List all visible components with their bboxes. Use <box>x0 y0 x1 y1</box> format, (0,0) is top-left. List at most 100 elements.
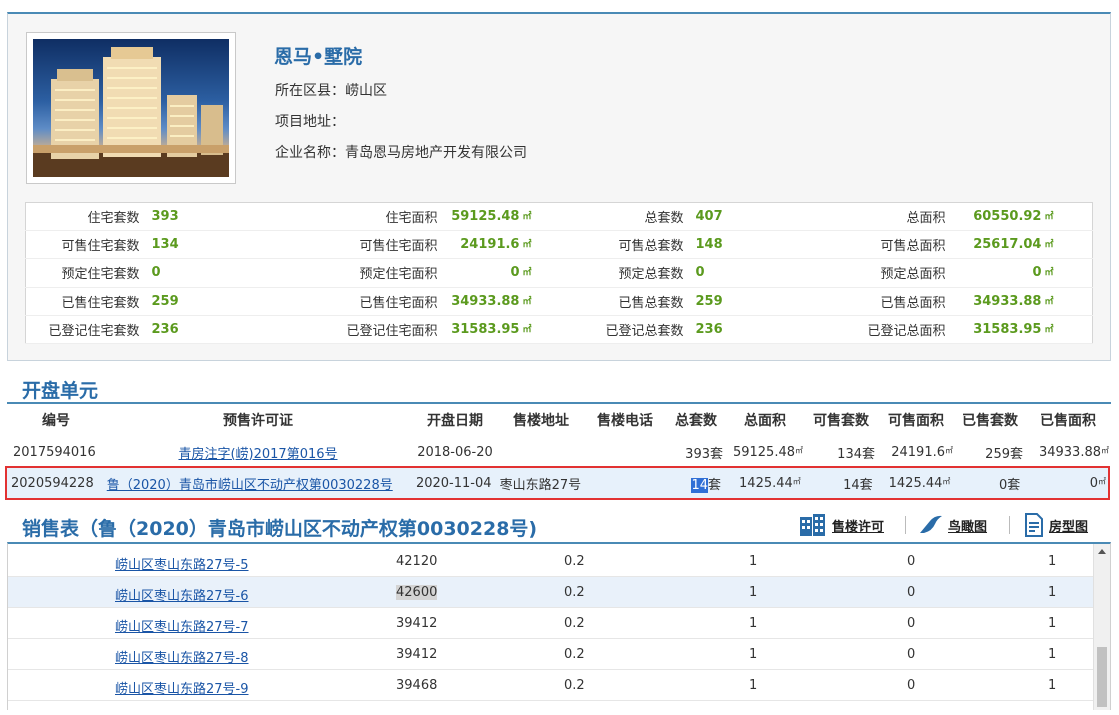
sales-row[interactable]: 崂山区枣山东路27号-8 39412 0.2 1 0 1 <box>8 639 1094 670</box>
stats-row: 已售住宅套数 259 已售住宅面积 34933.88 ㎡已售总套数 259 已售总面积 349… <box>25 287 1093 316</box>
room-ratio: 0.2 <box>564 678 585 693</box>
room-col-a: 1 <box>749 647 758 662</box>
unit-area: 1425.44㎡ <box>739 475 801 491</box>
stat-value: 34933.88 ㎡ <box>441 287 538 316</box>
stats-table: 住宅套数 393 住宅面积 59125.48 ㎡总套数 407 总面积 60550.92 ㎡可售… <box>25 202 1093 345</box>
address-line: 项目地址： <box>275 111 345 131</box>
company-line: 企业名称：青岛恩马房地产开发有限公司 <box>275 142 527 162</box>
district-label: 所在区县： <box>275 83 345 99</box>
unit-permit-link[interactable]: 鲁（2020）青岛市崂山区不动产权第0030228号 <box>107 478 393 493</box>
room-ratio: 0.2 <box>564 554 585 569</box>
room-area: 42120 <box>396 554 438 569</box>
room-col-b: 0 <box>907 585 916 600</box>
units-col-header: 开盘日期 <box>427 413 483 429</box>
stat-value: 236 <box>143 315 222 345</box>
room-col-c: 1 <box>1048 678 1057 693</box>
aerial-view-button[interactable]: 鸟瞰图 <box>918 512 987 538</box>
stat-value: 393 <box>143 202 222 232</box>
stats-row: 已登记住宅套数 236 已登记住宅面积 31583.95 ㎡已登记总套数 236 已登记总面… <box>25 315 1093 345</box>
room-col-b: 0 <box>907 647 916 662</box>
sales-row[interactable]: 崂山区枣山东路27号-5 42120 0.2 1 0 1 <box>8 546 1094 577</box>
unit-sold-area: 0㎡ <box>1089 475 1106 491</box>
stat-label: 已登记住宅套数 <box>25 315 144 345</box>
stat-unit: ㎡ <box>522 212 532 223</box>
unit-available: 14套 <box>843 477 873 493</box>
room-ratio: 0.2 <box>564 585 585 600</box>
sales-row[interactable]: 崂山区枣山东路27号-7 39412 0.2 1 0 1 <box>8 608 1094 639</box>
room-link[interactable]: 崂山区枣山东路27号-9 <box>115 682 249 697</box>
room-area: 39412 <box>396 616 438 631</box>
units-col-header: 售楼电话 <box>597 413 653 429</box>
tool-divider <box>905 516 906 534</box>
building-icon <box>800 514 825 536</box>
stat-label: 已售总套数 <box>537 287 688 316</box>
stat-label: 预定住宅套数 <box>25 258 144 288</box>
room-col-b: 0 <box>907 554 916 569</box>
unit-date: 2020-11-04 <box>415 475 492 491</box>
stat-value: 148 <box>687 230 764 260</box>
sales-row[interactable]: 崂山区枣山东路27号-9 39468 0.2 1 0 1 <box>8 670 1094 701</box>
sales-header: 销售表（鲁（2020）青岛市崂山区不动产权第0030228号) 售楼许可 鸟瞰图… <box>7 512 1111 542</box>
floorplan-button[interactable]: 房型图 <box>1021 512 1088 538</box>
project-name: 恩马•墅院 <box>274 46 363 68</box>
sales-row[interactable]: 崂山区枣山东路27号-6 42600 0.2 1 0 1 <box>8 577 1094 608</box>
stat-value: 59125.48 ㎡ <box>441 202 538 232</box>
unit-area: 59125.48㎡ <box>732 444 803 460</box>
room-link[interactable]: 崂山区枣山东路27号-7 <box>115 620 249 635</box>
room-col-c: 1 <box>1048 647 1057 662</box>
room-col-a: 1 <box>749 585 758 600</box>
room-area: 39412 <box>396 647 438 662</box>
units-col-header: 总套数 <box>675 413 717 429</box>
stat-label: 总套数 <box>537 202 688 232</box>
stat-label: 已登记总面积 <box>763 315 950 345</box>
room-ratio: 0.2 <box>564 616 585 631</box>
room-link[interactable]: 崂山区枣山东路27号-5 <box>115 558 249 573</box>
stat-label: 已登记总套数 <box>537 315 688 345</box>
room-col-c: 1 <box>1048 554 1057 569</box>
stat-unit: ㎡ <box>522 324 532 335</box>
unit-permit-link[interactable]: 青房注字(崂)2017第016号 <box>178 447 337 462</box>
stat-label: 住宅套数 <box>25 202 144 232</box>
district-value: 崂山区 <box>345 83 387 99</box>
company-value: 青岛恩马房地产开发有限公司 <box>345 145 527 161</box>
project-panel: 恩马•墅院 所在区县：崂山区 项目地址： 企业名称：青岛恩马房地产开发有限公司 … <box>7 12 1111 361</box>
stat-unit: ㎡ <box>1044 268 1054 279</box>
units-col-header: 总面积 <box>744 413 786 429</box>
document-icon <box>1025 513 1043 537</box>
stats-row: 住宅套数 393 住宅面积 59125.48 ㎡总套数 407 总面积 60550.92 ㎡ <box>25 202 1093 232</box>
units-row-selected[interactable]: 2020594228 鲁（2020）青岛市崂山区不动产权第0030228号 20… <box>5 466 1110 500</box>
sales-permit-button[interactable]: 售楼许可 <box>798 512 884 538</box>
units-table: 编号 预售许可证 开盘日期 售楼地址 售楼电话 总套数 总面积 可售套数 可售面… <box>5 402 1111 500</box>
tool-divider <box>1009 516 1010 534</box>
unit-id: 2017594016 <box>13 444 96 460</box>
unit-sold: 259套 <box>985 446 1023 462</box>
sales-scrollbar[interactable] <box>1093 544 1110 710</box>
unit-sold: 0套 <box>998 477 1021 493</box>
sales-table: 崂山区枣山东路27号-5 42120 0.2 1 0 1 崂山区枣山东路27号-… <box>7 542 1111 710</box>
stat-label: 已售住宅套数 <box>25 287 144 316</box>
room-link[interactable]: 崂山区枣山东路27号-6 <box>115 589 249 604</box>
room-area: 42600 <box>396 585 438 600</box>
units-section-title: 开盘单元 <box>22 380 99 402</box>
stat-label: 预定总套数 <box>537 258 688 288</box>
units-col-header: 预售许可证 <box>223 413 293 429</box>
unit-date: 2018-06-20 <box>417 444 493 460</box>
stat-value: 25617.04 ㎡ <box>949 230 1060 260</box>
stat-value: 60550.92 ㎡ <box>949 202 1060 232</box>
units-row[interactable]: 2017594016 青房注字(崂)2017第016号 2018-06-20 3… <box>7 436 1111 468</box>
scroll-up-icon[interactable] <box>1098 549 1106 554</box>
room-col-a: 1 <box>749 678 758 693</box>
stat-value: 259 <box>687 287 764 316</box>
stat-label: 已售住宅面积 <box>221 287 442 316</box>
bird-icon <box>920 515 942 533</box>
stat-unit: ㎡ <box>522 296 532 307</box>
stat-unit: ㎡ <box>1044 240 1054 251</box>
stat-value: 24191.6 ㎡ <box>441 230 538 260</box>
units-col-header: 编号 <box>42 413 70 429</box>
scroll-thumb[interactable] <box>1097 647 1107 707</box>
stat-label: 预定住宅面积 <box>221 258 442 288</box>
project-photo[interactable] <box>33 39 229 177</box>
stat-value: 236 <box>687 315 764 345</box>
room-link[interactable]: 崂山区枣山东路27号-8 <box>115 651 249 666</box>
sales-permit-label: 售楼许可 <box>832 519 885 535</box>
